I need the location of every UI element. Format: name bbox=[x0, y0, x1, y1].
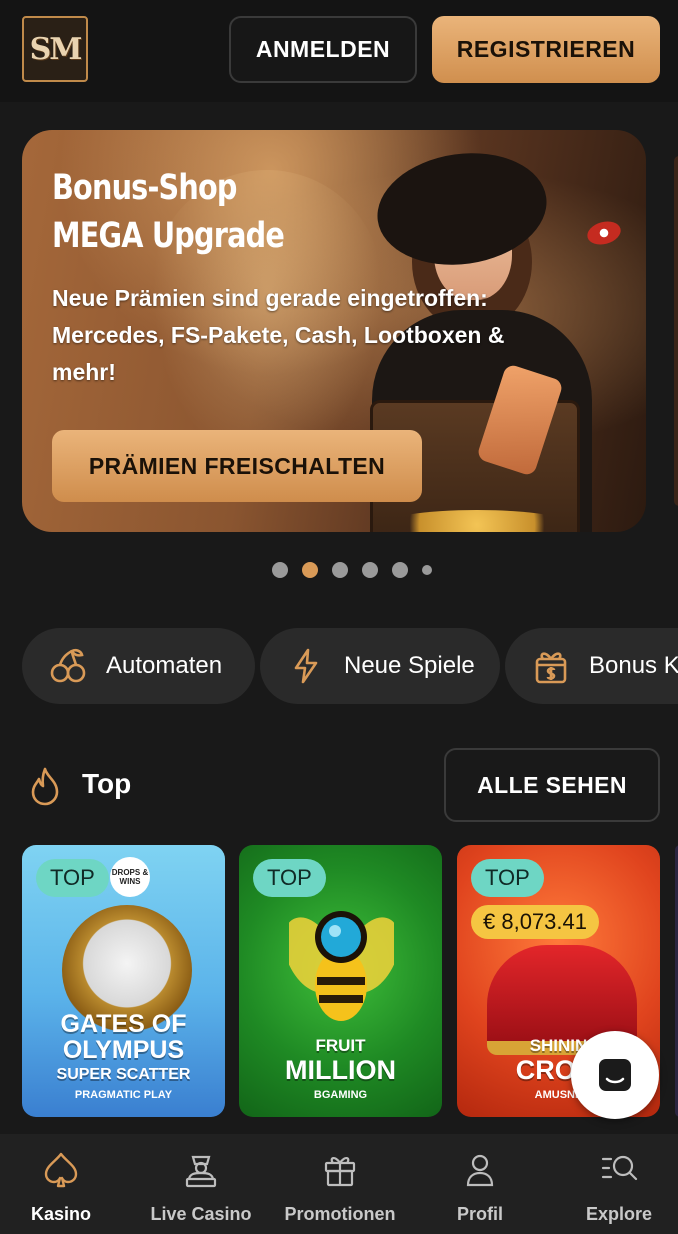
top-tag: TOP bbox=[253, 859, 326, 897]
category-scroller[interactable]: Automaten Neue Spiele Bonus K bbox=[22, 628, 678, 704]
game-name-line2: OLYMPUS bbox=[62, 1036, 185, 1064]
banner-title-line2: MEGA Upgrade bbox=[52, 216, 285, 256]
search-list-icon bbox=[599, 1150, 639, 1190]
nav-label: Promotionen bbox=[284, 1204, 396, 1224]
unlock-rewards-button[interactable]: PRÄMIEN FREISCHALTEN bbox=[52, 430, 422, 502]
carousel-dot[interactable] bbox=[332, 562, 348, 578]
bee-artwork bbox=[289, 911, 394, 1021]
game-provider: PRAGMATIC PLAY bbox=[74, 1089, 173, 1101]
category-label: Neue Spiele bbox=[344, 652, 475, 679]
jackpot-amount: € 8,073.41 bbox=[471, 905, 599, 939]
nav-explore[interactable]: Explore bbox=[551, 1134, 678, 1234]
nav-label: Live Casino bbox=[150, 1204, 252, 1224]
logo[interactable]: SM bbox=[22, 16, 88, 82]
cherries-icon bbox=[48, 646, 88, 686]
register-button[interactable]: REGISTRIEREN bbox=[432, 16, 660, 83]
banner-casino-chip bbox=[584, 217, 624, 249]
category-label: Bonus K bbox=[589, 652, 678, 679]
chat-icon bbox=[599, 1059, 631, 1091]
nav-label: Explore bbox=[585, 1204, 653, 1224]
lightning-icon bbox=[286, 646, 326, 686]
section-title: Top bbox=[82, 768, 132, 799]
game-tile-gates-of-olympus[interactable]: TOP DROPS & WINS GATES OF OLYMPUS SUPER … bbox=[22, 845, 225, 1117]
chat-button[interactable] bbox=[571, 1031, 659, 1119]
header: SM ANMELDEN REGISTRIEREN bbox=[0, 0, 678, 102]
carousel-dot-active[interactable] bbox=[302, 562, 318, 578]
login-button[interactable]: ANMELDEN bbox=[229, 16, 417, 83]
dealer-icon bbox=[181, 1150, 221, 1190]
banner-subtitle: Neue Prämien sind gerade eingetroffen: M… bbox=[52, 285, 505, 385]
top-tag: TOP bbox=[36, 859, 109, 897]
carousel-dots bbox=[272, 562, 432, 578]
game-name-line1: FRUIT bbox=[315, 1036, 366, 1055]
category-label: Automaten bbox=[106, 652, 223, 679]
nav-label: Kasino bbox=[30, 1204, 91, 1224]
category-automaten[interactable]: Automaten bbox=[22, 628, 255, 704]
gift-icon bbox=[320, 1150, 360, 1190]
nav-profil[interactable]: Profil bbox=[412, 1134, 548, 1234]
game-provider: BGAMING bbox=[313, 1089, 368, 1101]
carousel-dot[interactable] bbox=[272, 562, 288, 578]
game-name-line1: GATES OF bbox=[60, 1010, 187, 1038]
carousel-dot[interactable] bbox=[422, 565, 432, 575]
nav-promotionen[interactable]: Promotionen bbox=[272, 1134, 408, 1234]
nav-kasino[interactable]: Kasino bbox=[0, 1134, 129, 1234]
top-tag: TOP bbox=[471, 859, 544, 897]
carousel-dot[interactable] bbox=[392, 562, 408, 578]
spade-icon bbox=[41, 1150, 81, 1190]
banner-title: Bonus-Shop MEGA Upgrade bbox=[52, 164, 298, 260]
gift-dollar-icon bbox=[531, 646, 571, 686]
logo-text: SM bbox=[29, 31, 83, 67]
flame-icon bbox=[28, 766, 62, 806]
game-tile-fruit-million[interactable]: TOP FRUIT MILLION BGAMING bbox=[239, 845, 442, 1117]
carousel-dot[interactable] bbox=[362, 562, 378, 578]
nav-live-casino[interactable]: Live Casino bbox=[133, 1134, 269, 1234]
nav-label: Profil bbox=[456, 1204, 503, 1224]
category-bonus[interactable]: Bonus K bbox=[505, 628, 678, 704]
game-name-line3: SUPER SCATTER bbox=[56, 1066, 191, 1083]
next-banner-peek[interactable] bbox=[674, 156, 678, 506]
bottom-navigation: Kasino Live Casino Promotionen Profil Ex… bbox=[0, 1134, 678, 1234]
user-icon bbox=[460, 1150, 500, 1190]
banner-coins bbox=[382, 510, 572, 532]
banner-title-line1: Bonus-Shop bbox=[52, 168, 237, 208]
see-all-button[interactable]: ALLE SEHEN bbox=[444, 748, 660, 822]
drops-wins-badge: DROPS & WINS bbox=[110, 857, 150, 897]
game-name-line2: MILLION bbox=[285, 1055, 396, 1085]
category-neue-spiele[interactable]: Neue Spiele bbox=[260, 628, 500, 704]
